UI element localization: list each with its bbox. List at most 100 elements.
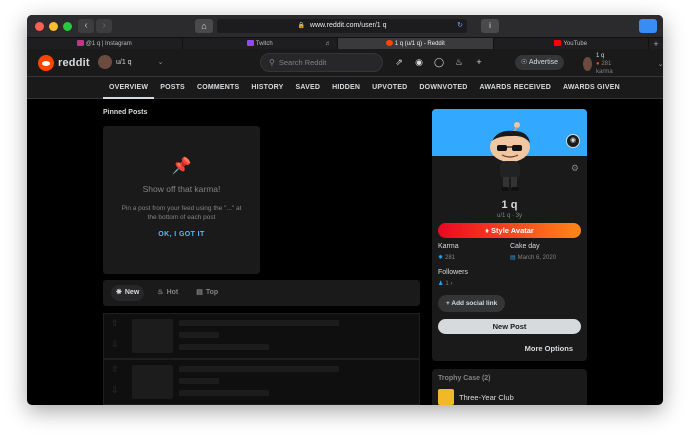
search-input[interactable]: ⚲ Search Reddit xyxy=(260,53,383,72)
sort-label: New xyxy=(124,289,140,296)
style-avatar-label: Style Avatar xyxy=(491,226,534,235)
tab-posts[interactable]: POSTS xyxy=(154,77,191,99)
current-user-label: u/1 q xyxy=(116,58,132,66)
tab-twitch[interactable]: Twitch ♬ xyxy=(183,38,338,49)
list-item[interactable]: ⇧ ⇩ xyxy=(103,313,420,359)
youtube-icon xyxy=(554,40,562,46)
pinned-posts-title: Pinned Posts xyxy=(103,109,148,116)
tab-history[interactable]: HISTORY xyxy=(245,77,289,99)
pin-icon: 📌 xyxy=(171,158,192,175)
more-options-button[interactable]: More Options xyxy=(525,344,573,353)
community-switcher[interactable]: u/1 q ⌄ xyxy=(98,55,163,69)
megaphone-icon: ☉ xyxy=(521,59,528,66)
new-post-button[interactable]: New Post xyxy=(438,319,581,334)
tab-youtube[interactable]: YouTube xyxy=(494,38,649,49)
tab-hidden[interactable]: HIDDEN xyxy=(326,77,366,99)
tab-overview[interactable]: OVERVIEW xyxy=(103,77,155,99)
home-icon: ⌂ xyxy=(201,21,207,31)
forward-button[interactable]: › xyxy=(96,19,112,33)
speaker-icon[interactable]: ♬ xyxy=(325,38,331,49)
back-button[interactable]: ‹ xyxy=(78,19,94,33)
cakeday-stat: Cake day ▤ March 6, 2020 xyxy=(510,243,556,261)
popular-icon[interactable]: ⇗ xyxy=(393,56,405,68)
followers-label: Followers xyxy=(438,269,468,276)
pinned-posts-card: 📌 Show off that karma! Pin a post from y… xyxy=(103,126,260,274)
reload-icon[interactable]: ↻ xyxy=(457,19,463,33)
tab-instagram[interactable]: @1 q | Instagram xyxy=(27,38,183,49)
tab-saved[interactable]: SAVED xyxy=(290,77,327,99)
style-avatar-button[interactable]: ♦ Style Avatar xyxy=(438,223,581,238)
flame-icon: ♨ xyxy=(157,289,164,296)
reddit-wordmark[interactable]: reddit xyxy=(58,57,90,69)
downvote-icon[interactable]: ⇩ xyxy=(111,385,119,396)
tab-label: YouTube xyxy=(563,41,588,47)
profile-tabs: OVERVIEW POSTS COMMENTS HISTORY SAVED HI… xyxy=(27,77,663,99)
vote-column: ⇧ ⇩ xyxy=(104,360,126,404)
reddit-logo-icon[interactable] xyxy=(38,54,54,71)
cake-icon: ▤ xyxy=(510,255,516,261)
chat-icon[interactable]: ◯ xyxy=(433,56,445,68)
add-social-link-button[interactable]: + Add social link xyxy=(438,295,506,312)
create-post-icon[interactable]: + xyxy=(473,56,485,68)
search-placeholder: Search Reddit xyxy=(278,58,327,67)
zoom-window-button[interactable] xyxy=(63,21,72,31)
display-name: 1 q xyxy=(501,199,518,211)
tab-awards-given[interactable]: AWARDS GIVEN xyxy=(557,77,626,99)
followers-value: 1 xyxy=(445,281,449,287)
camera-icon[interactable]: ◉ xyxy=(566,134,580,148)
minimize-window-button[interactable] xyxy=(49,21,58,31)
gear-icon[interactable]: ⚙ xyxy=(571,163,579,174)
history-nav: ‹ › xyxy=(78,19,112,33)
followers-stat[interactable]: Followers ♟ 1 › xyxy=(438,269,468,287)
sort-new-button[interactable]: ❋ New xyxy=(111,285,145,301)
info-button[interactable]: i xyxy=(481,19,499,33)
tab-downvoted[interactable]: DOWNVOTED xyxy=(413,77,473,99)
new-tab-button[interactable]: + xyxy=(649,38,663,49)
browser-window: ‹ › ⌂ 🔒 www.reddit.com/user/1 q ↻ i @1 q… xyxy=(27,15,663,405)
user-dropdown[interactable]: 1 q ● 281 karma ⌄ xyxy=(583,52,663,76)
tab-comments[interactable]: COMMENTS xyxy=(191,77,245,99)
post-text-placeholder xyxy=(179,360,419,404)
upvote-icon[interactable]: ⇧ xyxy=(111,364,119,375)
chevron-down-icon: ⌄ xyxy=(657,61,663,68)
url-text: www.reddit.com/user/1 q xyxy=(309,22,387,29)
plus-icon: + xyxy=(446,300,450,307)
close-window-button[interactable] xyxy=(35,21,44,31)
tab-reddit[interactable]: 1 q (u/1 q) - Reddit xyxy=(338,38,494,49)
home-button[interactable]: ⌂ xyxy=(195,19,213,33)
karma-label: Karma xyxy=(438,243,459,250)
ok-got-it-button[interactable]: OK, I GOT IT xyxy=(103,231,260,238)
list-item[interactable]: Three-Year Club xyxy=(432,382,587,405)
notification-bell-icon[interactable]: ♨ xyxy=(453,56,465,68)
advertise-button[interactable]: ☉ Advertise xyxy=(515,55,565,70)
add-social-label: Add social link xyxy=(451,300,498,307)
cakeday-label: Cake day xyxy=(510,243,540,250)
upvote-icon[interactable]: ⇧ xyxy=(111,318,119,329)
sort-top-button[interactable]: ▤ Top xyxy=(191,285,223,301)
window-controls xyxy=(35,21,72,31)
list-item[interactable]: ⇧ ⇩ xyxy=(103,359,420,405)
sort-hot-button[interactable]: ♨ Hot xyxy=(152,285,183,301)
tab-label: @1 q | Instagram xyxy=(85,41,132,47)
twitch-icon xyxy=(246,40,254,46)
downvote-icon[interactable]: ⇩ xyxy=(111,339,119,350)
post-thumbnail-placeholder xyxy=(131,365,173,399)
address-bar[interactable]: 🔒 www.reddit.com/user/1 q ↻ xyxy=(217,19,467,33)
pinned-heading: Show off that karma! xyxy=(142,184,221,194)
avatar xyxy=(98,55,112,69)
main-content: Pinned Posts 📌 Show off that karma! Pin … xyxy=(27,99,663,405)
profile-card: ◉ ⚙ 1 q u/1 q · 3y ♦ Style Avatar Karma … xyxy=(432,109,587,361)
tab-awards-received[interactable]: AWARDS RECEIVED xyxy=(474,77,557,99)
coins-icon[interactable]: ◉ xyxy=(413,56,425,68)
karma-stat: Karma ✸ 281 xyxy=(438,243,459,261)
instagram-icon xyxy=(76,40,84,46)
new-sparkle-icon: ❋ xyxy=(116,289,122,296)
snoo-avatar xyxy=(490,122,530,191)
tab-upvoted[interactable]: UPVOTED xyxy=(366,77,413,99)
chevron-right-icon: › xyxy=(450,281,453,287)
user-summary: 1 q ● 281 karma xyxy=(596,52,618,76)
reddit-icon xyxy=(385,40,393,46)
sidebar-toggle-button[interactable] xyxy=(639,19,657,33)
followers-icon: ♟ xyxy=(438,281,444,287)
tab-bar: @1 q | Instagram Twitch ♬ 1 q (u/1 q) - … xyxy=(27,37,663,49)
